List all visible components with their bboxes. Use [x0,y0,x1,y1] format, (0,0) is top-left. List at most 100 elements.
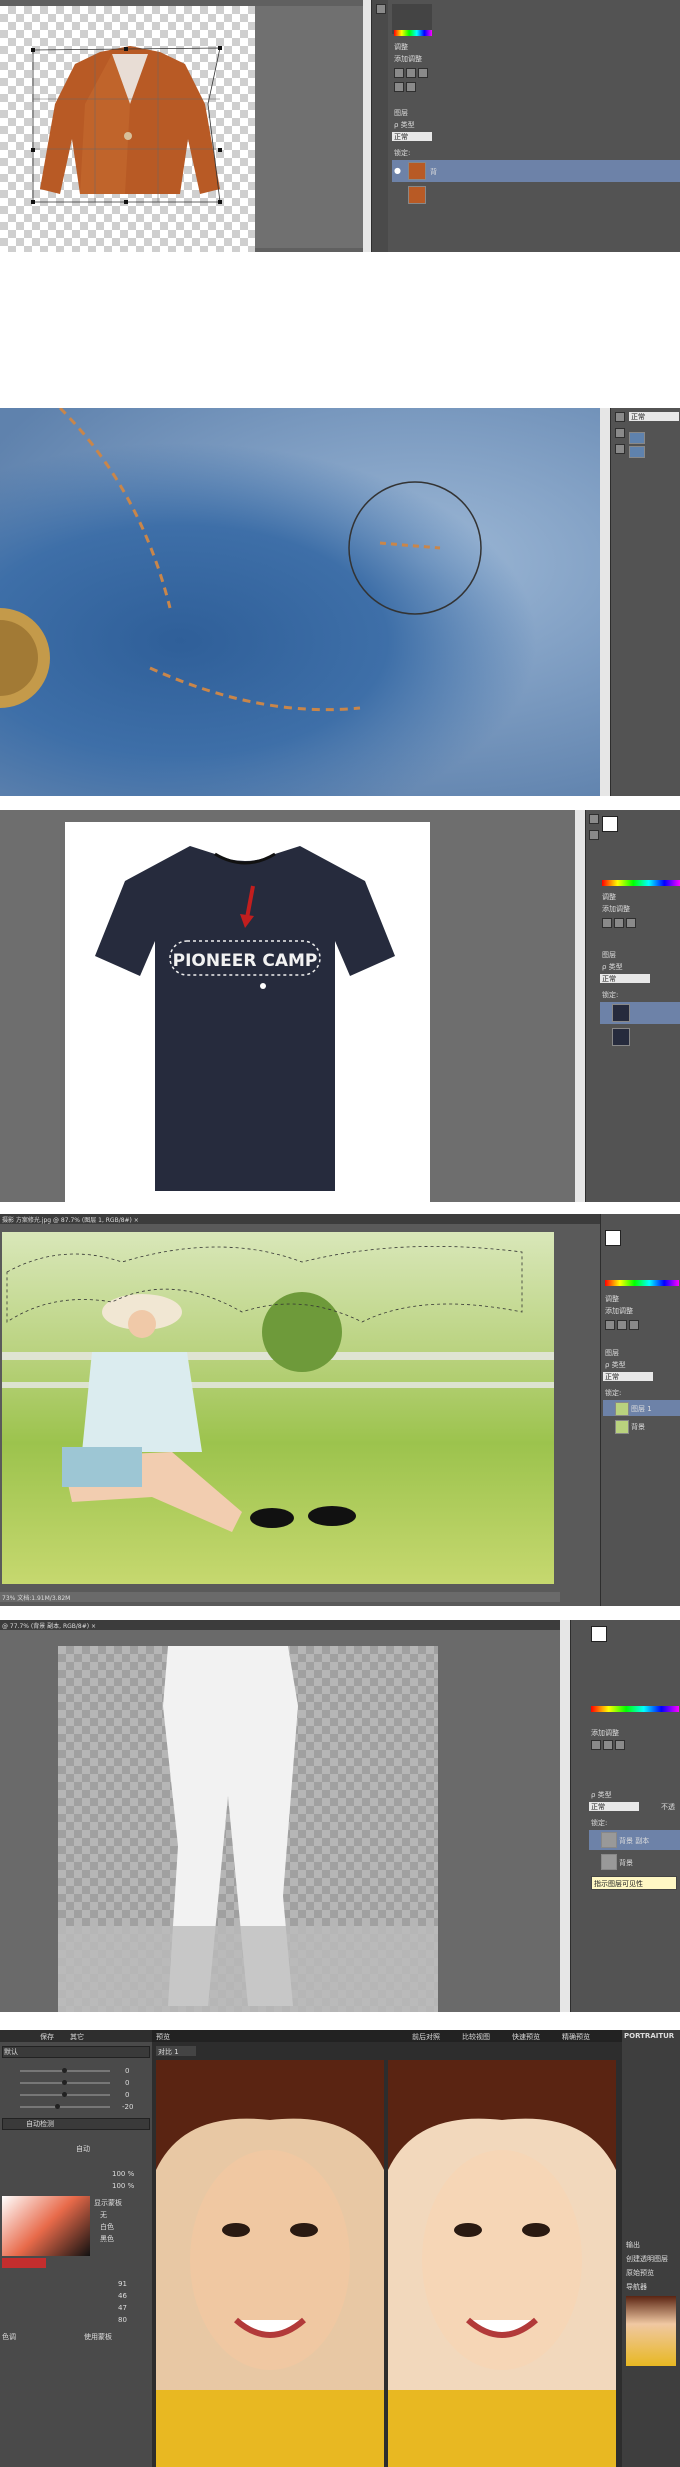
color-icon[interactable] [589,814,599,824]
save-button[interactable]: 保存 [40,2032,54,2042]
layer-name[interactable]: 背景 副本 [619,1836,649,1846]
brightness-icon[interactable] [591,1740,601,1750]
radio-none[interactable]: 无 [100,2210,107,2220]
adjust-tab[interactable]: 调整 [394,42,408,52]
adjust-tab[interactable]: 调整 [605,1294,619,1304]
curves-icon[interactable] [418,68,428,78]
view-compare[interactable]: 比较视图 [462,2032,490,2042]
add-adjust-label: 添加调整 [394,55,422,63]
swatches-icon[interactable] [589,830,599,840]
levels-icon[interactable] [617,1320,627,1330]
view-fast[interactable]: 快速预览 [512,2032,540,2042]
layer-name[interactable]: 背 [430,167,437,177]
curves-icon[interactable] [626,918,636,928]
auto-detect-select[interactable] [2,2118,150,2130]
original-preview[interactable]: 原始预览 [626,2268,654,2278]
layer-name[interactable]: 背景 [619,1858,633,1868]
levels-icon[interactable] [406,68,416,78]
levels-icon[interactable] [603,1740,613,1750]
fg-bg-colors[interactable] [602,816,618,832]
radio-white[interactable]: 白色 [100,2222,114,2232]
layer-row[interactable]: 图层 1 [603,1400,680,1416]
eye-icon[interactable]: ● [394,166,401,175]
brightness-icon[interactable] [394,68,404,78]
document-tab[interactable]: 摄影 方案修光.jpg @ 87.7% (图层 1, RGB/8#) × [0,1214,600,1224]
tshirt-image[interactable] [95,846,395,1196]
blend-mode-value: 正常 [605,1373,619,1381]
layer-thumbnail[interactable] [629,432,645,444]
layer-thumbnail [601,1854,617,1870]
output-label: 输出 [626,2241,640,2249]
layer-row[interactable]: 背景 [589,1852,680,1872]
scrollbar[interactable] [363,0,371,252]
kind-filter[interactable]: ρ 类型 [591,1790,612,1800]
status-text: 73% 文档:1.91M/3.82M [2,1595,71,1602]
layer-name[interactable]: 图层 1 [631,1404,652,1414]
tool-icon[interactable] [376,4,386,14]
lock-label: 锁定: [602,991,619,999]
balance-icon[interactable] [406,82,416,92]
spectrum-bar[interactable] [605,1280,679,1286]
layers-tab[interactable]: 图层 [602,950,616,960]
document-tab[interactable]: @ 77.7% (背景 副本, RGB/8#) × [0,1620,560,1630]
color-picker[interactable] [2,2196,90,2256]
spectrum-bar[interactable] [394,30,432,36]
brightness-icon[interactable] [602,918,612,928]
layer-row[interactable] [600,1002,680,1024]
levels-icon[interactable] [614,918,624,928]
color-swatch[interactable] [2,2258,46,2268]
create-transparent-layer[interactable]: 创建透明图层 [626,2254,668,2264]
view-accurate[interactable]: 精确预览 [562,2032,590,2042]
scrollbar[interactable] [560,1620,570,2012]
layers-tab[interactable]: 图层 [394,108,408,118]
fg-bg-colors[interactable] [591,1626,607,1642]
slider-knob[interactable] [62,2080,67,2085]
layer-row[interactable]: 背景 [603,1418,680,1434]
layers-tab[interactable]: 图层 [605,1348,619,1358]
layer-thumbnail[interactable] [629,446,645,458]
color-value: 46 [118,2292,127,2300]
layer-row[interactable]: ● 背 [392,160,680,182]
slider-knob[interactable] [55,2104,60,2109]
portrait-after[interactable] [388,2060,616,2467]
layer-row[interactable]: 背景 副本 [589,1830,680,1850]
portrait-before[interactable] [156,2060,384,2467]
view-before-after[interactable]: 前后对照 [412,2032,440,2042]
layer-row[interactable] [392,184,680,206]
shirt-print-text: PIONEER CAMP [172,951,318,971]
color-value: 47 [118,2304,127,2312]
layer-name[interactable]: 背景 [631,1422,645,1432]
other-button[interactable]: 其它 [70,2032,84,2042]
fg-bg-colors[interactable] [605,1230,621,1246]
spectrum-bar[interactable] [591,1706,679,1712]
use-mask-checkbox[interactable]: 使用蒙板 [84,2332,112,2342]
brightness-icon[interactable] [605,1320,615,1330]
scrollbar[interactable] [575,810,585,1202]
status-bar: 73% 文档:1.91M/3.82M [0,1592,560,1602]
image-tab[interactable]: 对比 1 [156,2046,196,2056]
spectrum-bar[interactable] [602,880,680,886]
adjust-tab[interactable]: 调整 [602,892,616,902]
auto-label: 自动 [76,2145,90,2153]
navigator-thumbnail[interactable] [626,2296,676,2366]
radio-black[interactable]: 黑色 [100,2234,114,2244]
preset-select[interactable] [2,2046,150,2058]
scrollbar[interactable] [600,408,610,796]
layer-row[interactable] [600,1026,680,1048]
mode-value: 正常 [631,413,645,421]
curves-icon[interactable] [629,1320,639,1330]
hue-icon[interactable] [394,82,404,92]
curves-icon[interactable] [615,1740,625,1750]
slider-knob[interactable] [62,2092,67,2097]
slider-track[interactable] [20,2106,110,2108]
kind-filter[interactable]: ρ 类型 [602,962,623,972]
transform-bounding-box[interactable] [30,44,230,204]
color-value: 80 [118,2316,127,2324]
slider-knob[interactable] [62,2068,67,2073]
type-icon[interactable] [615,428,625,438]
adjust-icon[interactable] [615,444,625,454]
kind-filter[interactable]: ρ 类型 [605,1360,626,1370]
kind-filter[interactable]: ρ 类型 [394,120,415,130]
history-icon[interactable] [615,412,625,422]
preview-tab[interactable]: 预览 [156,2032,170,2042]
